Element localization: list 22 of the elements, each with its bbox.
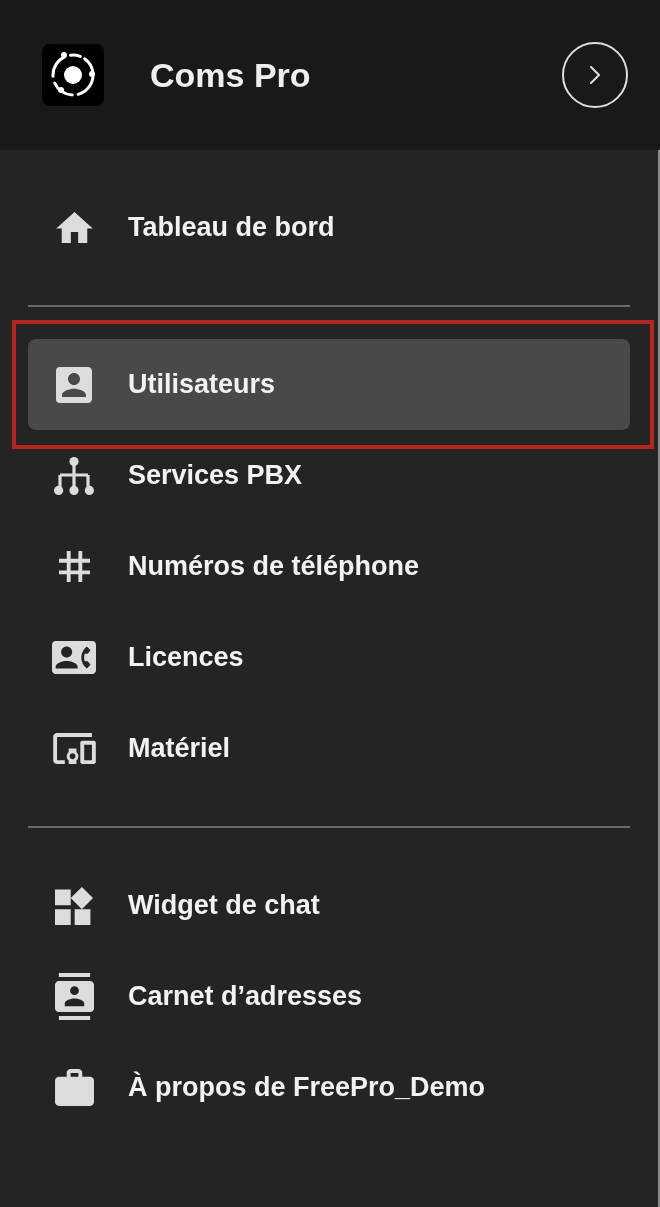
nav-item[interactable]: Widget de chat <box>28 860 630 951</box>
nav-item[interactable]: Carnet d’adresses <box>28 951 630 1042</box>
nav-item[interactable]: Services PBX <box>28 430 630 521</box>
nav-item[interactable]: Numéros de téléphone <box>28 521 630 612</box>
chevron-right-icon <box>590 66 600 84</box>
nav-item[interactable]: Tableau de bord <box>28 182 630 273</box>
logo-icon <box>42 44 104 106</box>
nav-item[interactable]: À propos de FreePro_Demo <box>28 1042 630 1133</box>
home-icon <box>55 212 93 243</box>
briefcase-icon <box>54 1069 94 1106</box>
address-book-icon <box>54 973 94 1020</box>
hash-icon <box>58 551 90 582</box>
person-card-icon <box>56 366 92 403</box>
contact-card-icon <box>52 640 96 675</box>
nav-item[interactable]: Utilisateurs <box>28 339 630 430</box>
app-title: Coms Pro <box>150 58 311 92</box>
nav-item[interactable]: Licences <box>28 612 630 703</box>
expand-button[interactable] <box>562 42 628 108</box>
devices-icon <box>52 733 96 764</box>
hierarchy-icon <box>54 456 94 495</box>
widgets-icon <box>55 886 93 925</box>
nav-item[interactable]: Matériel <box>28 703 630 794</box>
